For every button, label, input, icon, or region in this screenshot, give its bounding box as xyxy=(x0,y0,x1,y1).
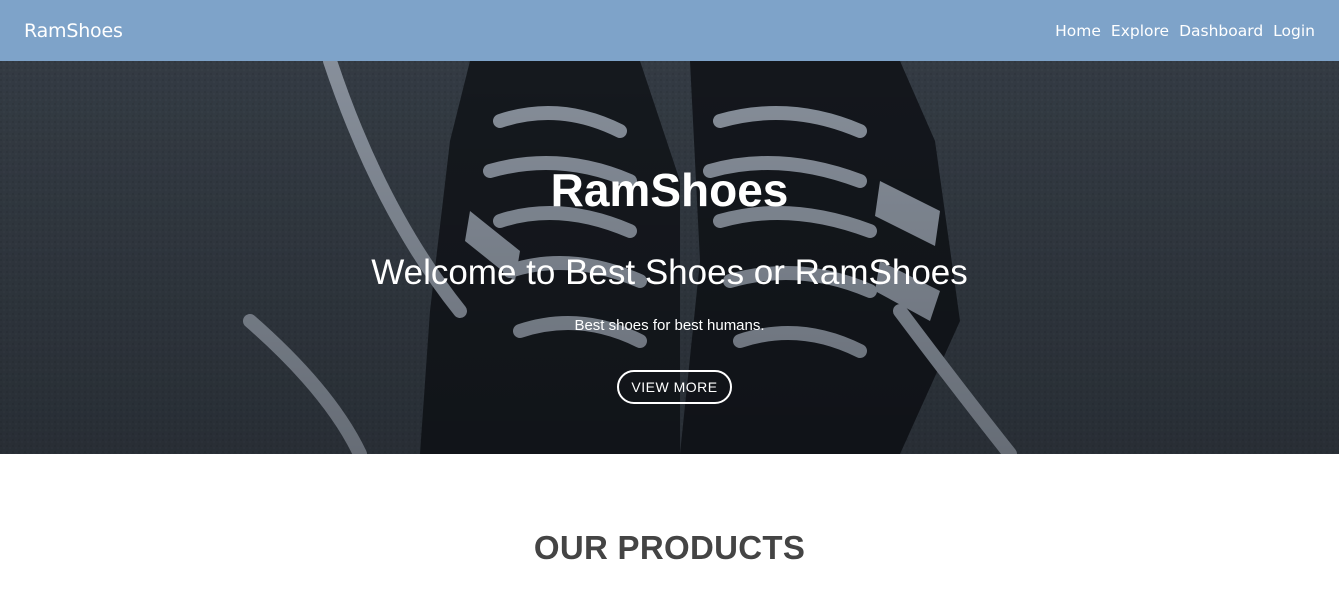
top-navbar: RamShoes Home Explore Dashboard Login xyxy=(0,0,1339,61)
products-heading: OUR PRODUCTS xyxy=(533,529,806,566)
nav-link-home[interactable]: Home xyxy=(1055,22,1101,40)
nav-link-explore[interactable]: Explore xyxy=(1111,22,1169,40)
brand-logo-link[interactable]: RamShoes xyxy=(24,20,123,42)
hero-subtitle: Welcome to Best Shoes or RamShoes xyxy=(371,253,968,292)
nav-link-login[interactable]: Login xyxy=(1273,22,1315,40)
hero-title: RamShoes xyxy=(550,164,789,216)
view-more-button[interactable]: VIEW MORE xyxy=(617,370,732,404)
nav-menu: Home Explore Dashboard Login xyxy=(1055,22,1315,40)
hero-tagline: Best shoes for best humans. xyxy=(574,317,765,334)
hero-banner: RamShoes Welcome to Best Shoes or RamSho… xyxy=(0,61,1339,454)
nav-link-dashboard[interactable]: Dashboard xyxy=(1179,22,1263,40)
products-section: OUR PRODUCTS xyxy=(0,454,1339,603)
hero-content: RamShoes Welcome to Best Shoes or RamSho… xyxy=(0,61,1339,454)
